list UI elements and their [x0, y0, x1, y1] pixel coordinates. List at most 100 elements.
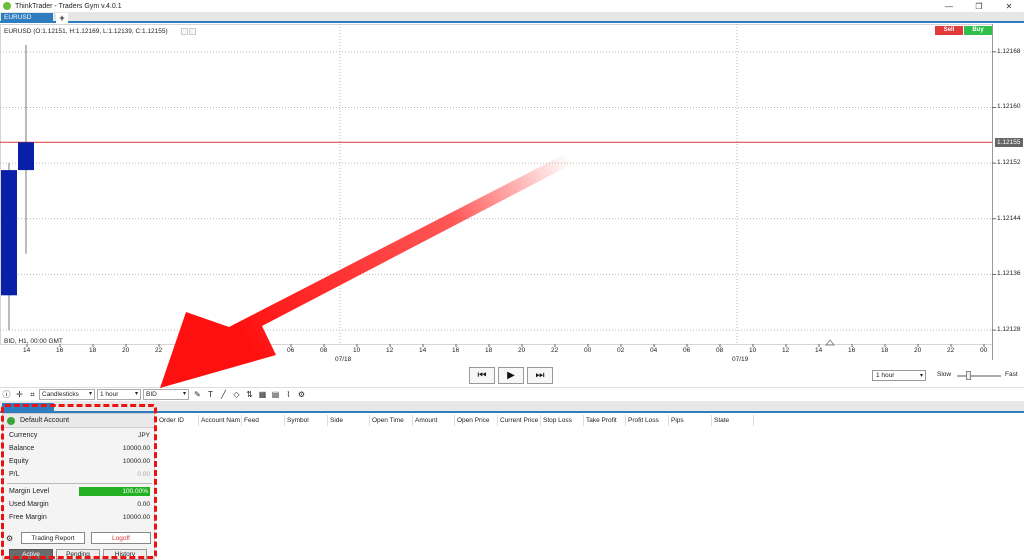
tab-history[interactable]: History: [103, 549, 147, 560]
price-type-select[interactable]: BID ▾: [143, 389, 189, 400]
shapes-tool-icon[interactable]: ◇: [230, 389, 243, 401]
time-tick-label: 00: [980, 347, 988, 354]
row-label: Equity: [9, 458, 29, 465]
account-header[interactable]: Default Account: [3, 414, 154, 428]
account-row-margin-level: Margin Level 100.00%: [3, 485, 154, 498]
indicator-icon[interactable]: ⌇: [282, 389, 295, 401]
price-tick-label: 1.12136: [997, 270, 1021, 278]
playback-timeframe-select[interactable]: 1 hour ▾: [872, 370, 926, 381]
speed-slider-track[interactable]: [957, 375, 1001, 377]
positions-table-header: Order ID Account Nam Feed Symbol Side Open Ti…: [157, 415, 754, 426]
candle-body: [18, 142, 34, 171]
crosshair-icon[interactable]: ✛: [13, 389, 26, 401]
time-tick-label: 16: [452, 347, 460, 354]
close-button[interactable]: ✕: [994, 0, 1024, 12]
candle-body: [1, 170, 17, 296]
account-footer: ⚙ Trading Report Logoff: [3, 531, 154, 545]
settings-gear-icon[interactable]: ⚙: [295, 389, 308, 401]
column-header[interactable]: Side: [328, 415, 370, 426]
account-tabs: Active Pending History: [3, 549, 154, 560]
column-header[interactable]: Pips: [669, 415, 712, 426]
app-logo-icon: [3, 2, 11, 10]
row-value: 0.00: [137, 501, 150, 508]
column-header[interactable]: Stop Loss: [541, 415, 584, 426]
trading-report-button[interactable]: Trading Report: [21, 532, 85, 544]
account-settings-icon[interactable]: ⚙: [6, 534, 18, 543]
chart-option-box[interactable]: [181, 28, 188, 35]
time-tick-label: 14: [419, 347, 427, 354]
column-header[interactable]: Amount: [413, 415, 455, 426]
minimize-button[interactable]: —: [934, 0, 964, 12]
time-tick-label: 02: [221, 347, 229, 354]
skip-forward-icon[interactable]: ⏭: [527, 367, 553, 384]
text-tool-icon[interactable]: T: [204, 389, 217, 401]
row-label: Margin Level: [9, 488, 50, 495]
time-tick-label: 00: [188, 347, 196, 354]
chevron-down-icon: ▾: [919, 373, 923, 379]
column-header[interactable]: Profit Loss: [626, 415, 669, 426]
line-tool-icon[interactable]: ╱: [217, 389, 230, 401]
time-tick-label: 00: [584, 347, 592, 354]
chart-type-select[interactable]: Candlesticks ▾: [39, 389, 95, 400]
info-icon[interactable]: ⓘ: [0, 389, 13, 401]
time-tick-label: 08: [716, 347, 724, 354]
column-header[interactable]: Order ID: [157, 415, 199, 426]
chevron-down-icon: ▾: [88, 391, 92, 397]
time-tick-label: 14: [23, 347, 31, 354]
play-icon[interactable]: ▶: [498, 367, 524, 384]
symbol-tab-bar: EURUSD +: [0, 12, 1024, 23]
timeframe-select[interactable]: 1 hour ▾: [97, 389, 141, 400]
column-header[interactable]: Feed: [242, 415, 285, 426]
crop-icon[interactable]: ⌗: [26, 389, 39, 401]
column-header[interactable]: State: [712, 415, 754, 426]
time-tick-label: 22: [155, 347, 163, 354]
column-header[interactable]: Take Profit: [584, 415, 626, 426]
account-row-equity: Equity 10000.00: [3, 455, 154, 468]
column-header[interactable]: Open Price: [455, 415, 498, 426]
tab-active[interactable]: Active: [9, 549, 53, 560]
sell-button[interactable]: Sell: [935, 26, 963, 35]
playback-controls: ⏮ ▶ ⏭: [469, 367, 553, 384]
time-tick-label: 12: [782, 347, 790, 354]
time-tick-label: 22: [947, 347, 955, 354]
account-row-used-margin: Used Margin 0.00: [3, 498, 154, 511]
maximize-button[interactable]: ❐: [964, 0, 994, 12]
add-tab-button[interactable]: +: [56, 13, 68, 23]
row-value: JPY: [138, 432, 150, 439]
tab-positions[interactable]: [2, 403, 54, 413]
price-tick-label: 1.12144: [997, 214, 1021, 222]
column-header[interactable]: Open Time: [370, 415, 413, 426]
row-label: Balance: [9, 445, 35, 452]
time-tick-label: 06: [683, 347, 691, 354]
skip-back-icon[interactable]: ⏮: [469, 367, 495, 384]
buy-button[interactable]: Buy: [964, 26, 992, 35]
price-type-value: BID: [146, 391, 157, 398]
time-tick-label: 08: [320, 347, 328, 354]
price-chart[interactable]: EURUSD (O:1.12151, H:1.12169, L:1.12139,…: [0, 24, 1024, 363]
draw-tool-icon[interactable]: ✎: [191, 389, 204, 401]
column-header[interactable]: Current Price: [498, 415, 541, 426]
title-bar: ThinkTrader - Traders Gym v.4.0.1 — ❐ ✕: [0, 0, 1024, 12]
tab-pending[interactable]: Pending: [56, 549, 100, 560]
time-tick-label: 16: [56, 347, 64, 354]
current-price-tag: 1.12155: [995, 137, 1023, 147]
time-tick-label: 20: [518, 347, 526, 354]
column-header[interactable]: Symbol: [285, 415, 328, 426]
sort-icon[interactable]: ⇅: [243, 389, 256, 401]
chart-option-box[interactable]: [189, 28, 196, 35]
row-value: 10000.00: [122, 458, 150, 465]
time-tick-label: 14: [815, 347, 823, 354]
divider: [7, 483, 152, 484]
chart-canvas[interactable]: [0, 24, 1024, 360]
speed-slider-thumb[interactable]: [966, 371, 971, 380]
logoff-button[interactable]: Logoff: [91, 532, 151, 544]
time-tick-label: 10: [749, 347, 757, 354]
time-tick-label: 10: [353, 347, 361, 354]
layout-icon[interactable]: ▤: [269, 389, 282, 401]
column-header[interactable]: Account Nam: [199, 415, 242, 426]
chevron-down-icon: ▾: [182, 391, 186, 397]
tab-eurusd[interactable]: EURUSD: [1, 13, 53, 23]
grid-layout-icon[interactable]: ▦: [256, 389, 269, 401]
time-tick-label: 12: [386, 347, 394, 354]
account-row-pl: P/L 0.00: [3, 468, 154, 481]
